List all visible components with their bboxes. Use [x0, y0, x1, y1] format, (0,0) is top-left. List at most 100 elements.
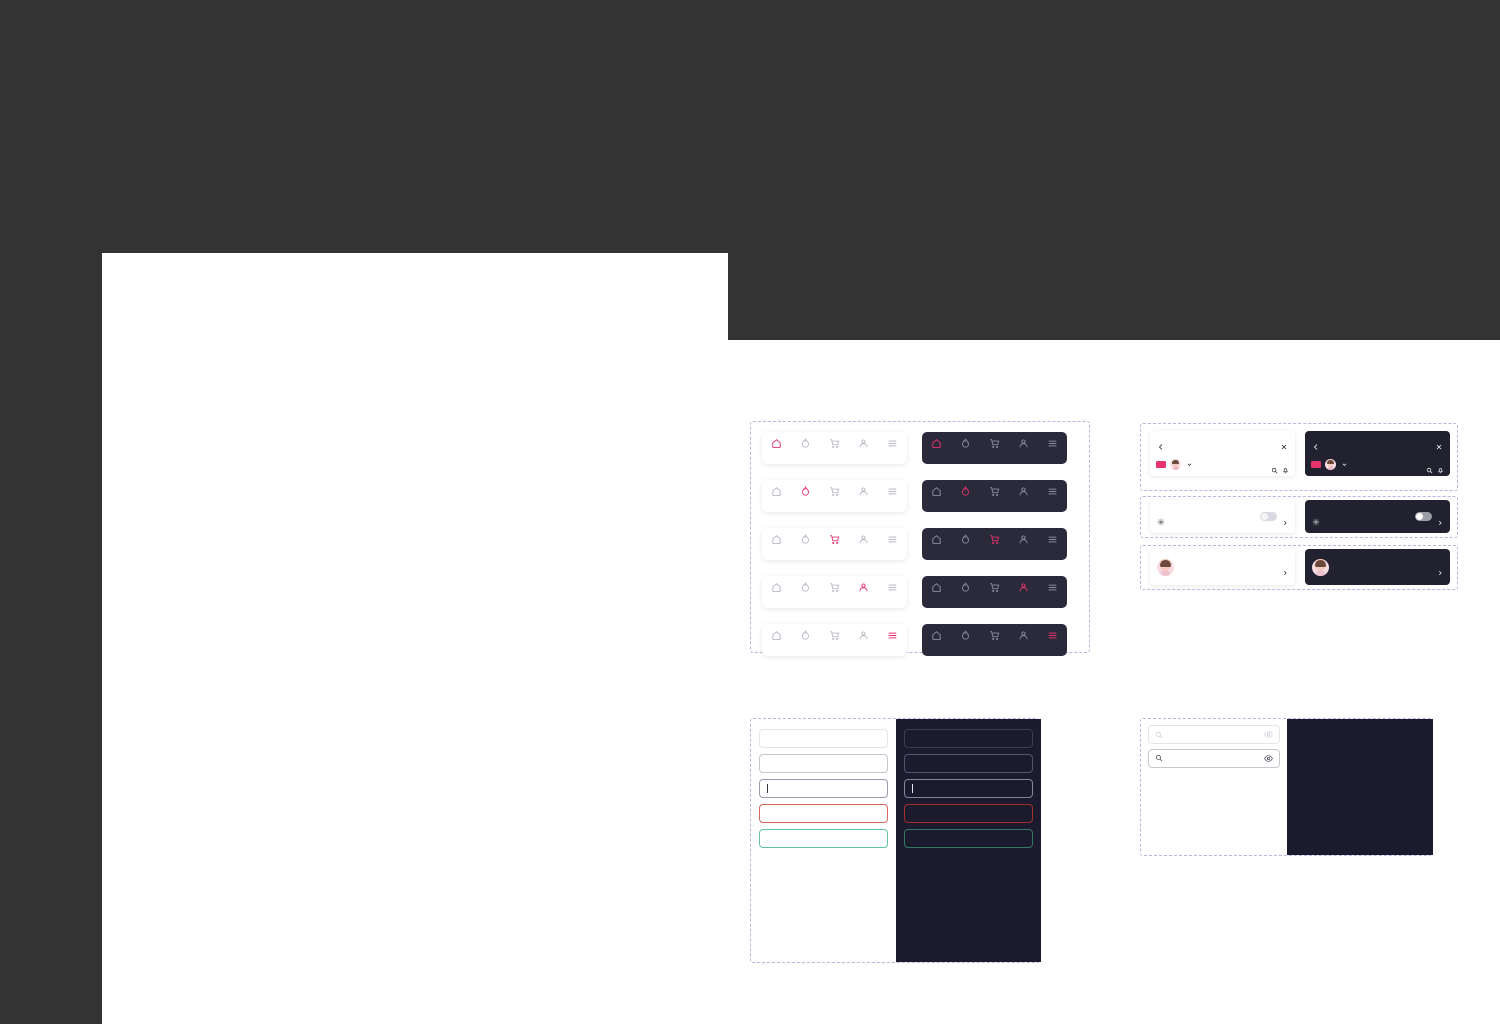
- bottom-nav-item-home[interactable]: [764, 484, 790, 496]
- bottom-nav-item-cart[interactable]: [822, 484, 848, 496]
- bottom-nav-item-menu[interactable]: [1040, 484, 1066, 496]
- bottom-nav-item-trend[interactable]: [953, 580, 979, 592]
- bottom-nav-item-profile[interactable]: [1011, 484, 1037, 496]
- home-icon: [771, 532, 782, 543]
- avatar[interactable]: [1312, 559, 1329, 576]
- input-field-default[interactable]: [759, 754, 888, 773]
- navigation-name-card-dark[interactable]: [1305, 549, 1450, 585]
- bottom-nav-item-menu[interactable]: [1040, 532, 1066, 544]
- navigation-name-row[interactable]: [1150, 549, 1295, 585]
- bottom-nav-item-cart[interactable]: [822, 580, 848, 592]
- bottom-nav-item-cart[interactable]: [822, 532, 848, 544]
- input-field-error[interactable]: [759, 804, 888, 823]
- bottom-nav-item-cart[interactable]: [982, 532, 1008, 544]
- placeholder-field-default[interactable]: [1148, 749, 1280, 768]
- input-field-focus[interactable]: [759, 779, 888, 798]
- bottom-nav-item-home[interactable]: [764, 628, 790, 640]
- placeholder-field-disabled[interactable]: [1148, 725, 1280, 744]
- bottom-nav-item-profile[interactable]: [1011, 436, 1037, 448]
- bottom-nav-item-cart[interactable]: [822, 628, 848, 640]
- bottom-nav-item-trend[interactable]: [953, 484, 979, 496]
- bottom-nav-item-menu[interactable]: [880, 628, 906, 640]
- bottom-nav-item-home[interactable]: [764, 580, 790, 592]
- arrow-left-icon[interactable]: [1312, 438, 1320, 446]
- shopping-cart-icon: [829, 532, 840, 543]
- bottom-nav-item-trend[interactable]: [793, 436, 819, 448]
- bottom-nav-item-profile[interactable]: [851, 580, 877, 592]
- navigation-subbar-text[interactable]: [1185, 462, 1267, 467]
- input-field-ok[interactable]: [759, 829, 888, 848]
- avatar[interactable]: [1325, 459, 1336, 470]
- input-field-default[interactable]: [904, 754, 1033, 773]
- bottom-nav-item-profile[interactable]: [851, 484, 877, 496]
- bottom-nav-item-home[interactable]: [924, 436, 950, 448]
- chevron-down-icon[interactable]: [1342, 462, 1347, 467]
- navigation-toggle[interactable]: [1415, 512, 1432, 521]
- navigation-name-row[interactable]: [1305, 549, 1450, 585]
- search-icon[interactable]: [1271, 461, 1278, 468]
- bottom-nav-item-menu[interactable]: [880, 484, 906, 496]
- input-field-disabled[interactable]: [759, 729, 888, 748]
- bottom-nav-item-home[interactable]: [924, 580, 950, 592]
- close-icon[interactable]: [1280, 438, 1288, 446]
- bell-icon[interactable]: [1437, 461, 1444, 468]
- chevron-right-icon[interactable]: [1437, 563, 1443, 571]
- navigation-subbar-text[interactable]: [1340, 462, 1422, 467]
- bottom-nav-item-menu[interactable]: [1040, 628, 1066, 640]
- chevron-right-icon[interactable]: [1282, 513, 1288, 521]
- navigation-title-card-dark[interactable]: [1305, 500, 1450, 533]
- bottom-nav-item-trend[interactable]: [953, 532, 979, 544]
- bottom-nav-item-menu[interactable]: [1040, 580, 1066, 592]
- chevron-right-icon[interactable]: [1437, 513, 1443, 521]
- gear-icon[interactable]: [1157, 513, 1165, 521]
- bottom-nav-item-cart[interactable]: [982, 436, 1008, 448]
- bottom-nav-item-menu[interactable]: [880, 532, 906, 544]
- eye-icon[interactable]: [1264, 730, 1273, 739]
- bottom-nav-item-home[interactable]: [764, 532, 790, 544]
- navigation-name-card-light[interactable]: [1150, 549, 1295, 585]
- bottom-nav-item-profile[interactable]: [851, 628, 877, 640]
- bottom-nav-item-profile[interactable]: [1011, 628, 1037, 640]
- flame-icon: [960, 484, 971, 495]
- bottom-nav-item-home[interactable]: [924, 484, 950, 496]
- bottom-nav-item-menu[interactable]: [1040, 436, 1066, 448]
- input-field-ok[interactable]: [904, 829, 1033, 848]
- bottom-nav-item-trend[interactable]: [793, 484, 819, 496]
- navigation-title-row[interactable]: [1150, 500, 1295, 533]
- bottom-nav-item-cart[interactable]: [982, 628, 1008, 640]
- bell-icon[interactable]: [1282, 461, 1289, 468]
- bottom-nav-item-menu[interactable]: [880, 580, 906, 592]
- navigation-toggle[interactable]: [1260, 512, 1277, 521]
- bottom-nav-item-profile[interactable]: [1011, 532, 1037, 544]
- bottom-nav-item-trend[interactable]: [793, 532, 819, 544]
- search-icon[interactable]: [1426, 461, 1433, 468]
- input-field-error[interactable]: [904, 804, 1033, 823]
- bottom-nav-item-home[interactable]: [924, 628, 950, 640]
- navigation-title-row[interactable]: [1305, 500, 1450, 533]
- avatar[interactable]: [1170, 459, 1181, 470]
- bottom-nav-row: [762, 432, 1067, 464]
- bottom-nav-item-trend[interactable]: [953, 436, 979, 448]
- bottom-nav-item-trend[interactable]: [793, 580, 819, 592]
- gear-icon[interactable]: [1312, 513, 1320, 521]
- bottom-nav-item-cart[interactable]: [822, 436, 848, 448]
- input-field-focus[interactable]: [904, 779, 1033, 798]
- chevron-right-icon[interactable]: [1282, 563, 1288, 571]
- navigation-title-card-light[interactable]: [1150, 500, 1295, 533]
- bottom-nav-item-profile[interactable]: [851, 532, 877, 544]
- bottom-nav-item-cart[interactable]: [982, 484, 1008, 496]
- bottom-nav-item-menu[interactable]: [880, 436, 906, 448]
- bottom-nav-item-home[interactable]: [764, 436, 790, 448]
- bottom-nav-item-cart[interactable]: [982, 580, 1008, 592]
- bottom-nav-item-profile[interactable]: [1011, 580, 1037, 592]
- avatar[interactable]: [1157, 559, 1174, 576]
- input-field-disabled[interactable]: [904, 729, 1033, 748]
- bottom-nav-item-home[interactable]: [924, 532, 950, 544]
- bottom-nav-item-profile[interactable]: [851, 436, 877, 448]
- chevron-down-icon[interactable]: [1187, 462, 1192, 467]
- eye-icon[interactable]: [1264, 754, 1273, 763]
- close-icon[interactable]: [1435, 438, 1443, 446]
- bottom-nav-item-trend[interactable]: [793, 628, 819, 640]
- bottom-nav-item-trend[interactable]: [953, 628, 979, 640]
- arrow-left-icon[interactable]: [1157, 438, 1165, 446]
